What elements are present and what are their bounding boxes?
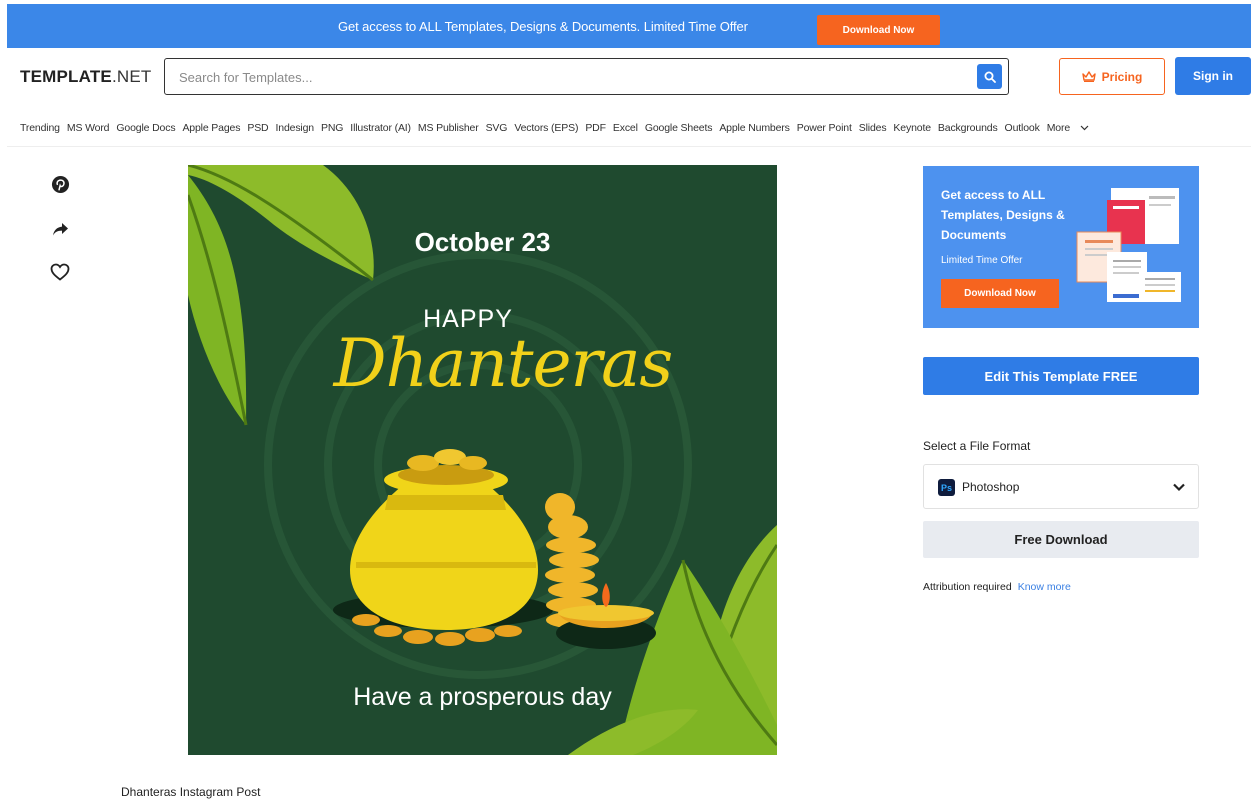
nav-item-more[interactable]: More: [1047, 122, 1089, 136]
search-bar: [164, 58, 1009, 95]
promo-card-subtitle: Limited Time Offer: [941, 255, 1023, 266]
promo-bar: Get access to ALL Templates, Designs & D…: [7, 4, 1251, 48]
nav-item-vectors[interactable]: Vectors (EPS): [514, 122, 578, 136]
site-logo[interactable]: TEMPLATE.NET: [20, 67, 151, 87]
nav-item-excel[interactable]: Excel: [613, 122, 638, 136]
search-input[interactable]: [179, 68, 959, 86]
nav-item-google-sheets[interactable]: Google Sheets: [645, 122, 713, 136]
nav-item-apple-pages[interactable]: Apple Pages: [182, 122, 240, 136]
documents-illustration: [1076, 188, 1181, 302]
logo-light: .NET: [111, 67, 152, 86]
search-icon: [984, 71, 996, 83]
attribution-text: Attribution required: [923, 581, 1012, 593]
preview-date: October 23: [414, 227, 551, 257]
file-format-value: Photoshop: [962, 480, 1020, 494]
favorite-button[interactable]: [49, 261, 71, 283]
nav-item-apple-numbers[interactable]: Apple Numbers: [719, 122, 790, 136]
template-preview[interactable]: October 23 HAPPY Dhanteras Have a prospe…: [188, 165, 777, 755]
nav-item-pdf[interactable]: PDF: [585, 122, 606, 136]
promo-text: Get access to ALL Templates, Designs & D…: [338, 19, 748, 34]
promo-card-title: Get access to ALL Templates, Designs & D…: [941, 188, 1065, 242]
pricing-button[interactable]: Pricing: [1059, 58, 1165, 95]
pricing-label: Pricing: [1101, 69, 1143, 84]
nav-item-slides[interactable]: Slides: [859, 122, 887, 136]
share-button[interactable]: [49, 218, 71, 240]
nav-item-outlook[interactable]: Outlook: [1005, 122, 1040, 136]
nav-item-backgrounds[interactable]: Backgrounds: [938, 122, 998, 136]
logo-bold: TEMPLATE: [20, 67, 112, 86]
edit-template-button[interactable]: Edit This Template FREE: [923, 357, 1199, 395]
nav-item-ms-publisher[interactable]: MS Publisher: [418, 122, 479, 136]
nav-item-indesign[interactable]: Indesign: [275, 122, 314, 136]
nav-item-svg[interactable]: SVG: [486, 122, 508, 136]
nav-item-keynote[interactable]: Keynote: [893, 122, 931, 136]
free-download-button[interactable]: Free Download: [923, 521, 1199, 558]
more-label: More: [1046, 122, 1071, 134]
file-format-select[interactable]: Ps Photoshop: [923, 464, 1199, 509]
know-more-link[interactable]: Know more: [1018, 581, 1071, 593]
nav-item-psd[interactable]: PSD: [247, 122, 268, 136]
category-nav: Trending MS Word Google Docs Apple Pages…: [20, 122, 1096, 136]
crown-icon: [1081, 71, 1096, 82]
nav-item-png[interactable]: PNG: [321, 122, 343, 136]
share-icon: [52, 222, 68, 235]
file-format-label: Select a File Format: [923, 439, 1031, 453]
search-button[interactable]: [977, 64, 1002, 89]
attribution-note: Attribution required Know more: [923, 581, 1071, 593]
promo-download-button[interactable]: Download Now: [817, 15, 940, 45]
template-title: Dhanteras Instagram Post: [121, 785, 261, 799]
nav-item-trending[interactable]: Trending: [20, 122, 60, 136]
nav-item-google-docs[interactable]: Google Docs: [116, 122, 175, 136]
nav-item-power-point[interactable]: Power Point: [797, 122, 852, 136]
photoshop-icon: Ps: [938, 479, 955, 496]
nav-item-ms-word[interactable]: MS Word: [67, 122, 110, 136]
chevron-down-icon: [1173, 483, 1185, 492]
promo-card: Get access to ALL Templates, Designs & D…: [923, 166, 1199, 328]
heart-icon: [50, 263, 70, 281]
preview-tagline: Have a prosperous day: [353, 683, 612, 711]
pinterest-icon: [51, 175, 69, 193]
chevron-down-icon: [1080, 125, 1089, 131]
signin-button[interactable]: Sign in: [1175, 57, 1251, 95]
nav-divider: [7, 146, 1251, 147]
pinterest-button[interactable]: [49, 173, 71, 195]
preview-title: Dhanteras: [333, 325, 674, 402]
promo-card-download-button[interactable]: Download Now: [941, 279, 1059, 308]
nav-item-illustrator[interactable]: Illustrator (AI): [350, 122, 411, 136]
